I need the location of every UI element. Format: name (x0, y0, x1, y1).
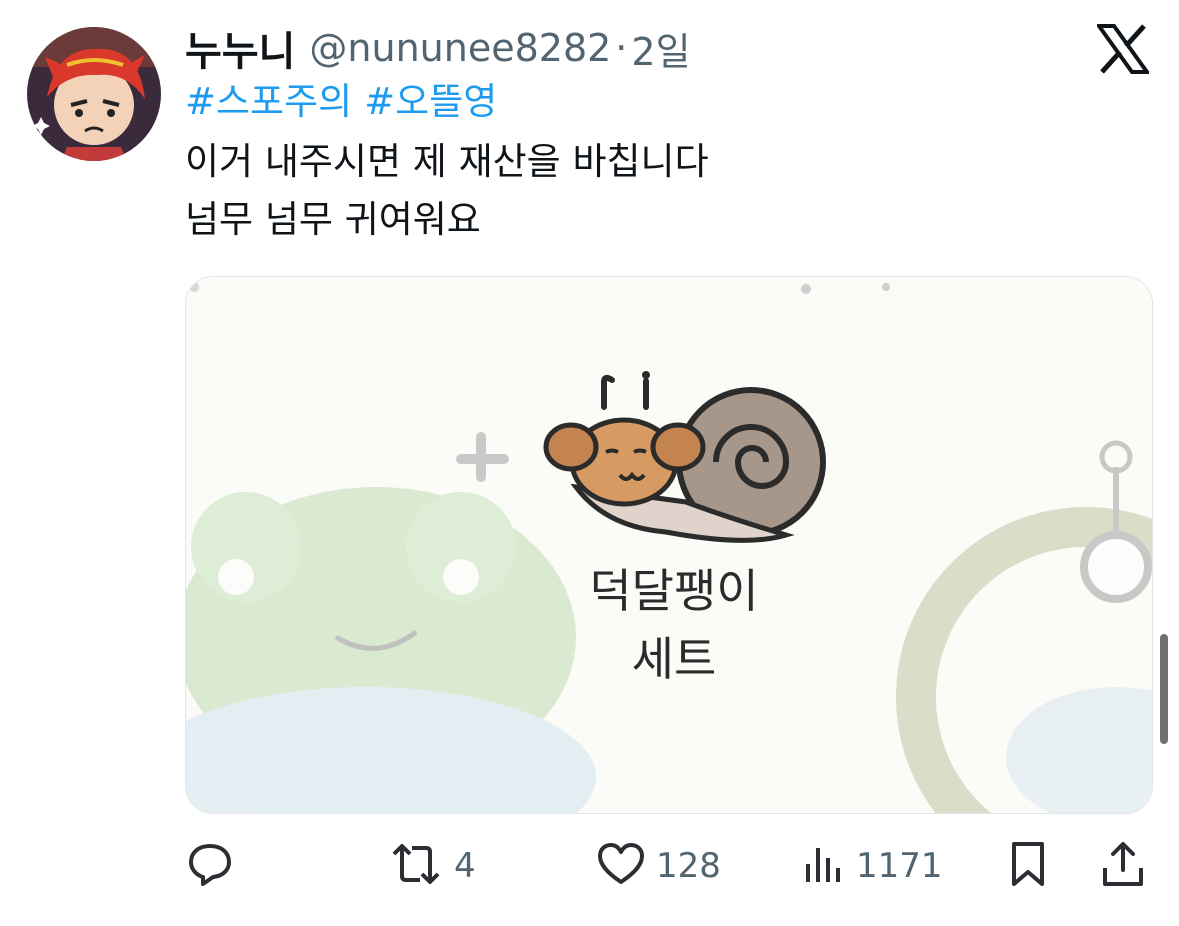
bookmark-icon (1006, 840, 1050, 892)
avatar[interactable] (27, 27, 161, 161)
tweet-text-line: 이거 내주시면 제 재산을 바칩니다 (185, 140, 709, 183)
views-icon (802, 840, 846, 892)
reply-icon (186, 840, 234, 892)
reply-button[interactable] (186, 836, 244, 896)
retweet-count: 4 (454, 846, 476, 886)
x-logo-icon (1095, 24, 1151, 74)
bookmark-button[interactable] (1006, 836, 1050, 896)
share-button[interactable] (1100, 836, 1146, 896)
scrollbar-thumb[interactable] (1160, 634, 1168, 744)
tweet-card: 누누니 @nununee8282 · 2일 #스포주의 #오뜰영 이거 내주시면 … (0, 0, 1179, 926)
media-image[interactable]: 덕달팽이 세트 (185, 276, 1153, 814)
media-caption-line1: 덕달팽이 (589, 564, 758, 618)
heart-icon (596, 840, 646, 892)
action-bar: 4 128 1171 (0, 836, 1179, 896)
tweet-header: 누누니 @nununee8282 · 2일 (185, 20, 691, 76)
like-button[interactable]: 128 (596, 836, 721, 896)
views-button[interactable]: 1171 (802, 836, 943, 896)
user-handle[interactable]: @nununee8282 (309, 26, 611, 70)
time-separator: · (615, 26, 628, 70)
media-caption-line2: 세트 (632, 632, 717, 686)
views-count: 1171 (856, 846, 943, 886)
hashtag-link[interactable]: #스포주의 (185, 80, 352, 123)
like-count: 128 (656, 846, 721, 886)
display-name[interactable]: 누누니 (185, 19, 295, 77)
retweet-button[interactable]: 4 (388, 836, 476, 896)
timestamp[interactable]: 2일 (631, 21, 690, 76)
share-icon (1100, 840, 1146, 892)
retweet-icon (388, 840, 444, 892)
hashtag-link[interactable]: #오뜰영 (364, 80, 497, 123)
tweet-text-line: 넘무 넘무 귀여워요 (185, 198, 481, 241)
hashtag-line: #스포주의 #오뜰영 (185, 78, 509, 126)
